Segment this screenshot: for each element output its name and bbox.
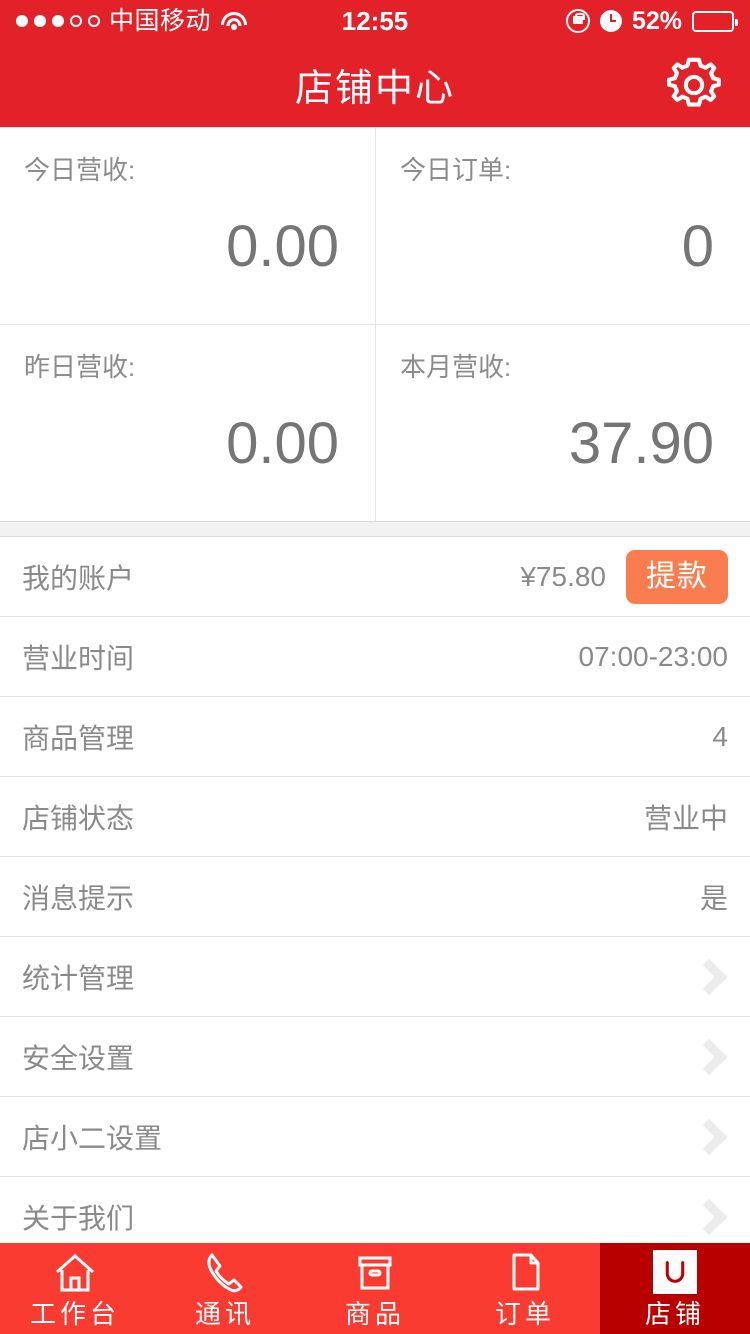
phone-icon bbox=[203, 1250, 247, 1294]
stat-label: 今日营收: bbox=[24, 155, 136, 185]
stats-row: 今日营收: 0.00 今日订单: 0 bbox=[0, 128, 750, 324]
list-item[interactable]: 我的账户 ¥75.80 提款 bbox=[0, 537, 750, 617]
gear-icon[interactable] bbox=[663, 54, 725, 116]
stat-value: 0 bbox=[681, 214, 714, 279]
list-item-value: ¥75.80 bbox=[520, 560, 606, 592]
tab-label: 商品 bbox=[344, 1299, 405, 1329]
list-item-label: 我的账户 bbox=[22, 562, 135, 594]
stat-label: 今日订单: bbox=[400, 155, 512, 185]
list-item-label: 安全设置 bbox=[22, 1042, 135, 1074]
chevron-right-icon bbox=[690, 958, 728, 995]
stat-card-yesterday-revenue[interactable]: 昨日营收: 0.00 bbox=[0, 325, 375, 521]
stats-row: 昨日营收: 0.00 本月营收: 37.90 bbox=[0, 324, 750, 521]
app-header: 店铺中心 bbox=[0, 42, 750, 127]
chevron-right-icon bbox=[690, 1038, 728, 1075]
list-item-label: 商品管理 bbox=[22, 722, 135, 754]
stat-card-today-revenue[interactable]: 今日营收: 0.00 bbox=[0, 128, 375, 324]
bottom-tab-bar: 工作台 通讯 商品 订单 店铺 bbox=[0, 1243, 750, 1334]
stat-label: 昨日营收: bbox=[24, 352, 136, 382]
list-item-label: 统计管理 bbox=[22, 962, 135, 994]
tab-label: 工作台 bbox=[29, 1299, 120, 1329]
stat-card-month-revenue[interactable]: 本月营收: 37.90 bbox=[375, 325, 750, 521]
status-bar: 中国移动 12:55 52% bbox=[0, 0, 750, 42]
list-item-trailing bbox=[690, 1198, 728, 1235]
alarm-clock-icon bbox=[599, 10, 622, 32]
stat-card-today-orders[interactable]: 今日订单: 0 bbox=[375, 128, 750, 324]
document-icon bbox=[503, 1250, 547, 1294]
list-item[interactable]: 消息提示 是 bbox=[0, 857, 750, 937]
chevron-right-icon bbox=[690, 1118, 728, 1155]
list-item[interactable]: 店小二设置 bbox=[0, 1097, 750, 1177]
list-item[interactable]: 营业时间 07:00-23:00 bbox=[0, 617, 750, 697]
battery-percent-label: 52% bbox=[631, 6, 682, 35]
list-item-label: 关于我们 bbox=[22, 1202, 135, 1234]
list-item-trailing: ¥75.80 提款 bbox=[520, 549, 728, 604]
status-bar-right: 52% bbox=[565, 6, 738, 35]
stat-label: 本月营收: bbox=[400, 352, 512, 382]
list-item-trailing: 是 bbox=[700, 877, 728, 917]
box-icon bbox=[353, 1250, 397, 1294]
list-item-trailing: 4 bbox=[712, 721, 728, 753]
tab-document[interactable]: 订单 bbox=[450, 1243, 600, 1334]
stat-value: 37.90 bbox=[568, 411, 714, 476]
list-item[interactable]: 店铺状态 营业中 bbox=[0, 777, 750, 857]
list-item-trailing: 营业中 bbox=[644, 797, 728, 837]
shop-icon bbox=[653, 1250, 697, 1294]
tab-shop[interactable]: 店铺 bbox=[600, 1243, 750, 1334]
shop-icon-badge bbox=[653, 1250, 697, 1294]
chevron-right-icon bbox=[690, 1198, 728, 1235]
list-item-value: 营业中 bbox=[643, 802, 728, 834]
page-title: 店铺中心 bbox=[294, 68, 455, 110]
tab-label: 店铺 bbox=[644, 1299, 705, 1329]
rotation-lock-icon bbox=[565, 9, 590, 33]
list-item-value: 07:00-23:00 bbox=[578, 640, 728, 672]
withdraw-button[interactable]: 提款 bbox=[626, 549, 728, 604]
list-item[interactable]: 统计管理 bbox=[0, 937, 750, 1017]
tab-label: 通讯 bbox=[194, 1299, 255, 1329]
list-item-label: 营业时间 bbox=[22, 642, 135, 674]
tab-phone[interactable]: 通讯 bbox=[150, 1243, 300, 1334]
list-item-trailing bbox=[690, 1038, 728, 1075]
list-item-label: 店小二设置 bbox=[22, 1122, 163, 1154]
tab-box[interactable]: 商品 bbox=[300, 1243, 450, 1334]
settings-list: 我的账户 ¥75.80 提款营业时间 07:00-23:00 商品管理 4 店铺状态 营业中消… bbox=[0, 536, 750, 1257]
list-item-value: 是 bbox=[699, 882, 728, 914]
list-item-trailing: 07:00-23:00 bbox=[579, 641, 728, 673]
tab-label: 订单 bbox=[494, 1299, 555, 1329]
stat-value: 0.00 bbox=[226, 411, 339, 476]
stat-value: 0.00 bbox=[226, 214, 339, 279]
list-item[interactable]: 安全设置 bbox=[0, 1017, 750, 1097]
tab-home[interactable]: 工作台 bbox=[0, 1243, 150, 1334]
battery-icon bbox=[692, 10, 738, 32]
list-item-trailing bbox=[690, 958, 728, 995]
stats-grid: 今日营收: 0.00 今日订单: 0 昨日营收: 0.00 本月营收: 37.9… bbox=[0, 127, 750, 522]
home-icon bbox=[53, 1250, 97, 1294]
list-item-value: 4 bbox=[712, 720, 728, 752]
list-item-label: 店铺状态 bbox=[22, 802, 135, 834]
list-item[interactable]: 商品管理 4 bbox=[0, 697, 750, 777]
list-item-trailing bbox=[690, 1118, 728, 1155]
list-item-label: 消息提示 bbox=[22, 882, 135, 914]
